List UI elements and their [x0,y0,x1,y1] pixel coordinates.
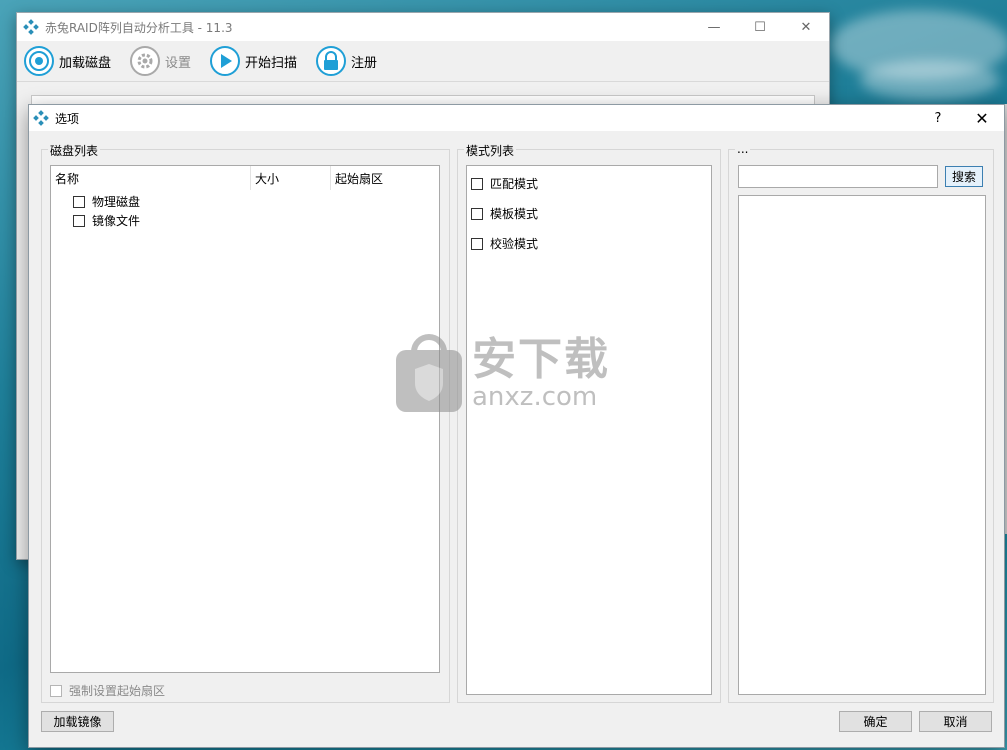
column-header-start-sector[interactable]: 起始扇区 [331,166,439,190]
column-header-name[interactable]: 名称 [51,166,251,190]
search-input[interactable] [738,165,938,188]
register-button[interactable]: 注册 [315,45,377,77]
dialog-close-button[interactable]: ✕ [960,109,1004,128]
play-icon [210,46,241,76]
load-disk-button[interactable]: 加载磁盘 [23,45,111,77]
close-button[interactable]: ✕ [783,13,829,41]
force-start-sector-row[interactable]: 强制设置起始扇区 [50,682,165,699]
template-mode-label: 模板模式 [490,207,539,221]
mode-list-group: 模式列表 匹配模式 模板模式 校验模式 [457,142,721,703]
dialog-title: 选项 [55,111,80,126]
ok-button[interactable]: 确定 [839,711,912,732]
settings-label: 设置 [165,55,192,71]
disk-icon [24,46,54,76]
dialog-title-bar: 选项 ? ✕ [29,105,1004,131]
template-mode-checkbox[interactable] [471,207,483,220]
disk-list-tree[interactable]: 名称 大小 起始扇区 物理磁盘 镜像文件 [50,165,440,673]
mode-list-panel: 匹配模式 模板模式 校验模式 [466,165,712,695]
column-header-size[interactable]: 大小 [251,166,331,190]
disk-list-group: 磁盘列表 名称 大小 起始扇区 物理磁盘 镜像文件 强制设置起始扇区 [41,142,450,703]
main-title-bar: 赤兔RAID阵列自动分析工具 - 11.3 — ☐ ✕ [17,13,829,41]
list-item[interactable]: 镜像文件 [73,212,140,229]
search-button[interactable]: 搜索 [945,166,983,187]
start-scan-label: 开始扫描 [245,55,298,71]
list-item[interactable]: 匹配模式 [471,175,538,192]
physical-disk-label: 物理磁盘 [92,195,141,209]
cancel-button[interactable]: 取消 [919,711,992,732]
app-logo-icon [23,19,39,35]
load-image-button[interactable]: 加载镜像 [41,711,114,732]
start-scan-button[interactable]: 开始扫描 [209,45,297,77]
list-item[interactable]: 物理磁盘 [73,193,140,210]
watermark-en: anxz.com [472,382,598,412]
register-label: 注册 [351,55,378,71]
gear-icon [130,46,161,76]
match-mode-label: 匹配模式 [490,177,539,191]
background-wave [860,60,1000,100]
settings-button[interactable]: 设置 [129,45,191,77]
disk-list-legend: 磁盘列表 [48,142,101,159]
search-group: ... 搜索 [728,142,994,703]
match-mode-checkbox[interactable] [471,177,483,190]
shield-bag-icon [396,334,462,412]
force-start-sector-checkbox[interactable] [50,684,62,697]
image-file-label: 镜像文件 [92,214,141,228]
force-start-sector-label: 强制设置起始扇区 [69,684,166,698]
verify-mode-label: 校验模式 [490,237,539,251]
list-item[interactable]: 模板模式 [471,205,538,222]
load-disk-label: 加载磁盘 [59,55,112,71]
toolbar: 加载磁盘 设置 开始扫描 注册 [17,41,829,82]
watermark: 安下载 anxz.com [394,334,610,414]
list-item[interactable]: 校验模式 [471,235,538,252]
watermark-cn: 安下载 [472,334,610,385]
image-file-checkbox[interactable] [73,214,85,227]
lock-icon [316,46,347,76]
help-button[interactable]: ? [916,111,960,126]
verify-mode-checkbox[interactable] [471,237,483,250]
maximize-button[interactable]: ☐ [737,13,783,41]
main-window-title: 赤兔RAID阵列自动分析工具 - 11.3 [45,20,233,35]
options-dialog: 选项 ? ✕ 磁盘列表 名称 大小 起始扇区 物理磁盘 镜像文件 强制设置起始扇… [28,104,1005,748]
app-logo-icon [33,110,49,126]
physical-disk-checkbox[interactable] [73,195,85,208]
search-group-legend: ... [735,142,751,156]
minimize-button[interactable]: — [691,13,737,41]
search-results-panel[interactable] [738,195,986,695]
mode-list-legend: 模式列表 [464,142,517,159]
